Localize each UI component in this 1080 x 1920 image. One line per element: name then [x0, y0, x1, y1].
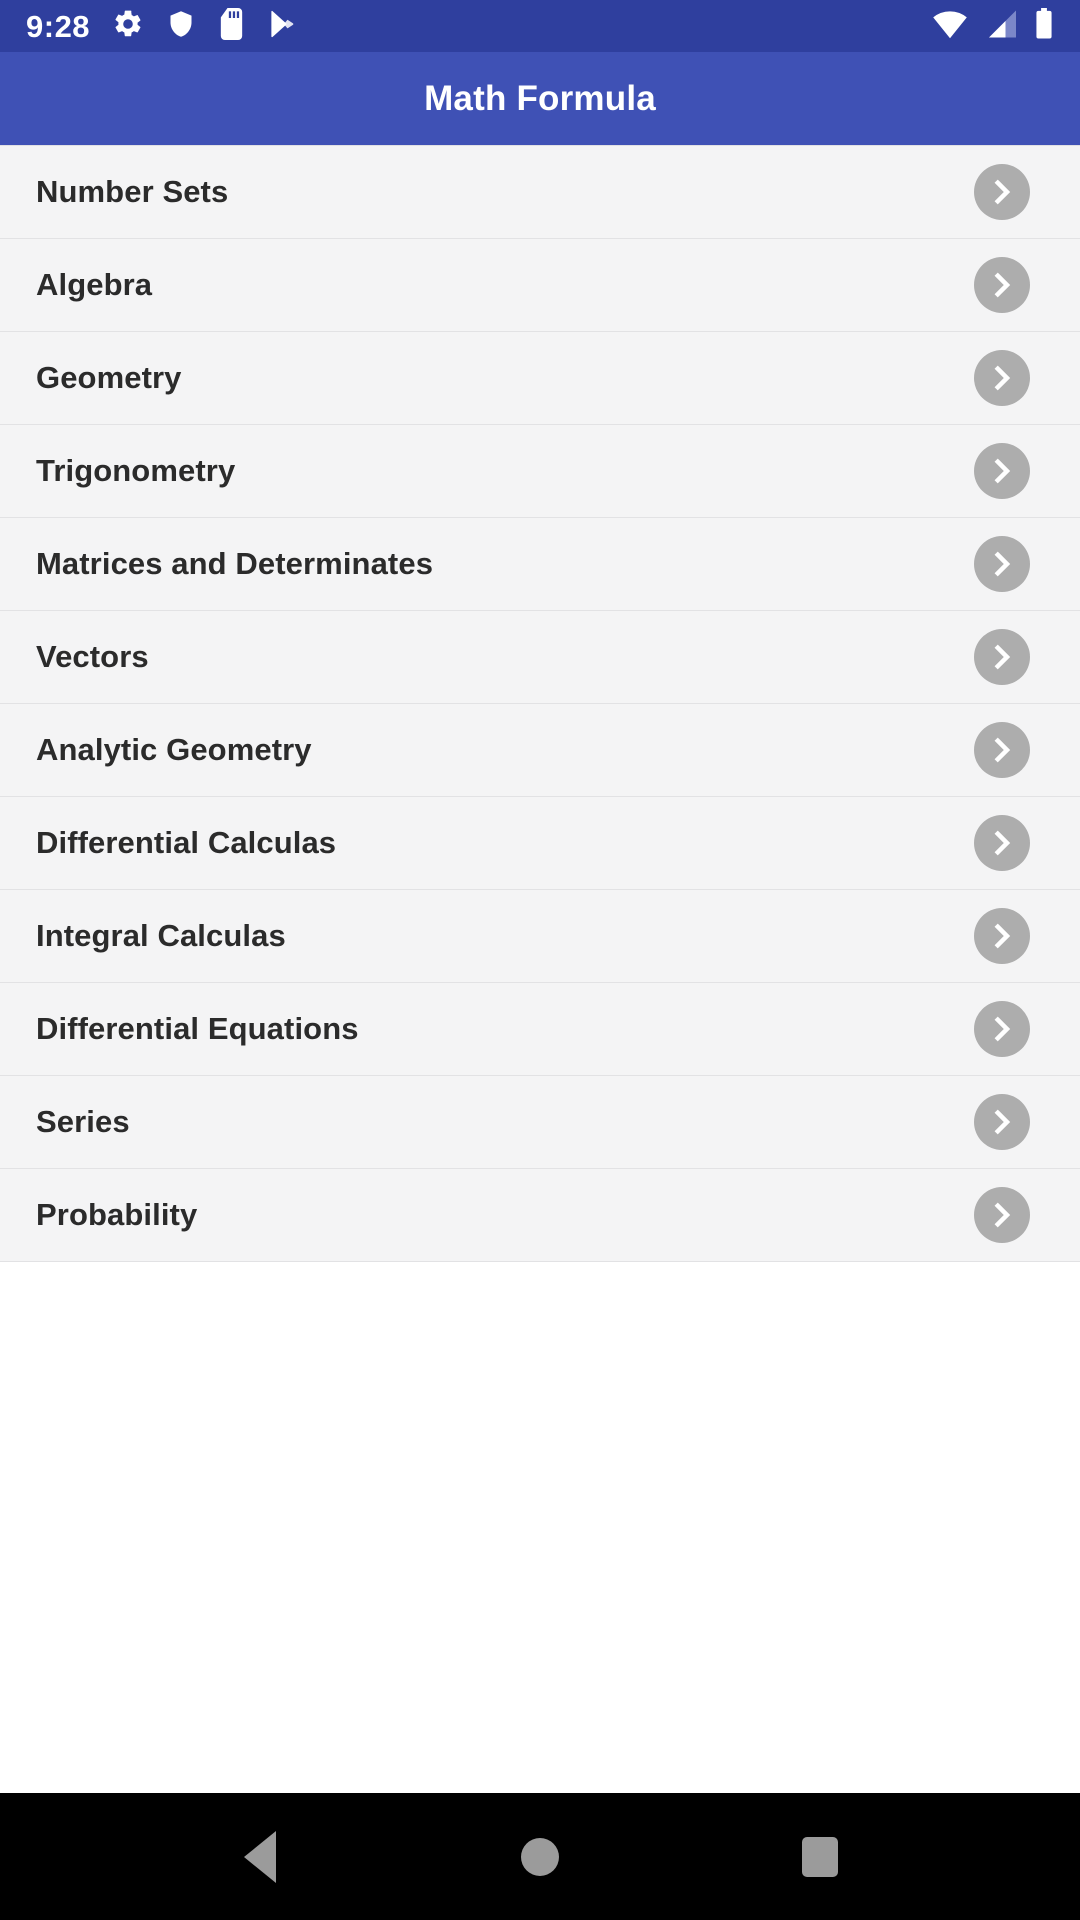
- play-store-icon: [267, 8, 297, 45]
- chevron-right-icon[interactable]: [974, 443, 1030, 499]
- list-item[interactable]: Differential Calculas: [0, 797, 1080, 890]
- chevron-right-icon[interactable]: [974, 1001, 1030, 1057]
- chevron-right-icon[interactable]: [974, 629, 1030, 685]
- shield-icon: [166, 8, 196, 45]
- status-bar-right-group: [932, 7, 1054, 45]
- list-item[interactable]: Algebra: [0, 239, 1080, 332]
- list-item-label: Matrices and Determinates: [36, 546, 434, 581]
- list-item[interactable]: Series: [0, 1076, 1080, 1169]
- list-item[interactable]: Integral Calculas: [0, 890, 1080, 983]
- list-item-label: Vectors: [36, 639, 149, 674]
- chevron-right-icon[interactable]: [974, 164, 1030, 220]
- home-circle-icon: [521, 1837, 559, 1876]
- battery-icon: [1034, 7, 1054, 45]
- chevron-right-icon[interactable]: [974, 1187, 1030, 1243]
- wifi-icon: [932, 9, 968, 44]
- sd-card-icon: [218, 7, 245, 45]
- recents-button[interactable]: [760, 1793, 880, 1920]
- list-item-label: Analytic Geometry: [36, 732, 312, 767]
- back-triangle-icon: [244, 1830, 276, 1883]
- chevron-right-icon[interactable]: [974, 1094, 1030, 1150]
- list-item[interactable]: Number Sets: [0, 146, 1080, 239]
- page-title: Math Formula: [424, 78, 656, 118]
- list-item-label: Integral Calculas: [36, 918, 286, 953]
- chevron-right-icon[interactable]: [974, 908, 1030, 964]
- status-bar: 9:28: [0, 0, 1080, 52]
- list-item-label: Probability: [36, 1197, 198, 1232]
- status-bar-clock: 9:28: [26, 8, 91, 44]
- back-button[interactable]: [200, 1793, 320, 1920]
- list-item-label: Trigonometry: [36, 453, 236, 488]
- home-button[interactable]: [480, 1793, 600, 1920]
- recents-square-icon: [802, 1836, 838, 1877]
- app-bar: Math Formula: [0, 52, 1080, 145]
- status-bar-left-group: 9:28: [26, 7, 297, 45]
- list-item-label: Differential Calculas: [36, 825, 337, 860]
- system-navigation-bar: [0, 1793, 1080, 1920]
- list-item[interactable]: Vectors: [0, 611, 1080, 704]
- cellular-signal-icon: [984, 9, 1018, 44]
- list-item-label: Number Sets: [36, 174, 229, 209]
- chevron-right-icon[interactable]: [974, 350, 1030, 406]
- empty-content-area: [0, 1262, 1080, 1793]
- list-item-label: Algebra: [36, 267, 153, 302]
- list-item[interactable]: Probability: [0, 1169, 1080, 1262]
- gear-icon: [112, 8, 144, 45]
- list-item[interactable]: Trigonometry: [0, 425, 1080, 518]
- chevron-right-icon[interactable]: [974, 257, 1030, 313]
- list-item-label: Geometry: [36, 360, 182, 395]
- list-item[interactable]: Differential Equations: [0, 983, 1080, 1076]
- list-item[interactable]: Analytic Geometry: [0, 704, 1080, 797]
- list-item[interactable]: Matrices and Determinates: [0, 518, 1080, 611]
- phone-screen: 9:28 Math Formula Number Sets Algebra Ge…: [0, 0, 1080, 1920]
- list-item[interactable]: Geometry: [0, 332, 1080, 425]
- formula-category-list: Number Sets Algebra Geometry Trigonometry Ma…: [0, 145, 1080, 1262]
- chevron-right-icon[interactable]: [974, 815, 1030, 871]
- list-item-label: Series: [36, 1104, 130, 1139]
- chevron-right-icon[interactable]: [974, 536, 1030, 592]
- list-item-label: Differential Equations: [36, 1011, 359, 1046]
- chevron-right-icon[interactable]: [974, 722, 1030, 778]
